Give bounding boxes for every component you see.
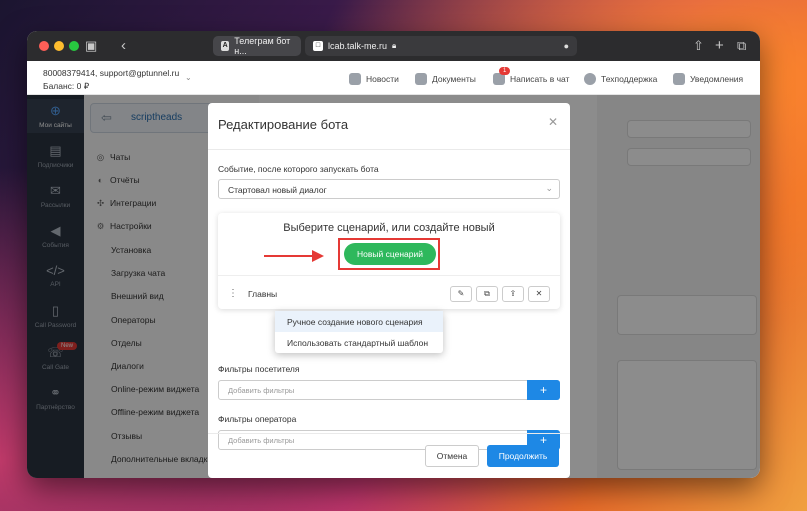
news-icon (349, 73, 361, 85)
toplink-write-chat[interactable]: 1 Написать в чат (493, 67, 569, 85)
edit-bot-modal: Редактирование бота ✕ Событие, после кот… (208, 103, 570, 478)
unread-badge: 1 (499, 67, 511, 75)
back-icon[interactable]: ‹ (121, 31, 126, 61)
more-icon[interactable]: ● (564, 41, 569, 51)
maximize-window-button[interactable] (69, 41, 79, 51)
address-bar[interactable]: □ lcab.talk-me.ru 🔒︎ ● (305, 36, 577, 56)
divider (208, 433, 570, 434)
drag-handle-icon[interactable]: ⋮ (228, 288, 238, 299)
tab-overview-icon[interactable]: ⧉ (737, 31, 746, 61)
new-scenario-button[interactable]: Новый сценарий (344, 243, 436, 265)
upload-icon[interactable]: ⇪ (502, 286, 524, 302)
chevron-down-icon[interactable]: ⌄ (185, 73, 192, 82)
continue-button[interactable]: Продолжить (487, 445, 559, 467)
edit-icon[interactable]: ✎ (450, 286, 472, 302)
support-icon (584, 73, 596, 85)
sidebar-toggle-icon[interactable]: ▣ (85, 31, 97, 61)
toplink-documents[interactable]: Документы (415, 73, 476, 85)
tab-favicon-icon: A (221, 41, 230, 51)
annotation-arrow (264, 250, 326, 262)
dropdown-item-template[interactable]: Использовать стандартный шаблон (275, 332, 443, 353)
chat-bubble-icon: 1 (493, 67, 511, 85)
document-icon (415, 73, 427, 85)
browser-tab-active[interactable]: A Телеграм бот н... (213, 36, 301, 56)
toplink-notifications[interactable]: Уведомления (673, 73, 743, 85)
account-info[interactable]: 80008379414, support@gptunnel.ru Баланс:… (43, 67, 179, 93)
delete-icon[interactable]: ✕ (528, 286, 550, 302)
cancel-button[interactable]: Отмена (425, 445, 479, 467)
new-tab-icon[interactable]: + (715, 31, 724, 61)
close-window-button[interactable] (39, 41, 49, 51)
copy-icon[interactable]: ⧉ (476, 286, 498, 302)
visitor-filters-input[interactable]: Добавить фильтры + (218, 380, 560, 400)
event-select[interactable]: Стартовал новый диалог ⌄ (218, 179, 560, 199)
dropdown-item-manual[interactable]: Ручное создание нового сценария (275, 311, 443, 332)
toplink-support[interactable]: Техподдержка (584, 73, 657, 85)
operator-filters-label: Фильтры оператора (218, 414, 297, 424)
new-scenario-dropdown: Ручное создание нового сценария Использо… (275, 311, 443, 353)
share-icon[interactable]: ⇧ (693, 31, 704, 61)
scenario-row: ⋮ Главны ✎ ⧉ ⇪ ✕ (218, 275, 560, 309)
toplink-news[interactable]: Новости (349, 73, 399, 85)
bell-icon (673, 73, 685, 85)
visitor-filters-label: Фильтры посетителя (218, 364, 300, 374)
scenario-title: Выберите сценарий, или создайте новый (283, 222, 495, 234)
chevron-down-icon: ⌄ (545, 183, 553, 193)
event-label: Событие, после которого запускать бота (218, 164, 379, 174)
add-visitor-filter-button[interactable]: + (527, 380, 560, 400)
scenario-row-name: Главны (248, 289, 278, 299)
site-favicon-icon: □ (313, 41, 323, 51)
lock-icon: 🔒︎ (392, 41, 397, 50)
divider (208, 149, 570, 150)
modal-title: Редактирование бота (218, 117, 349, 132)
browser-window: ▣ ‹ A Телеграм бот н... □ lcab.talk-me.r… (27, 31, 760, 478)
browser-titlebar: ▣ ‹ A Телеграм бот н... □ lcab.talk-me.r… (27, 31, 760, 61)
app-header: 80008379414, support@gptunnel.ru Баланс:… (27, 61, 760, 95)
close-icon[interactable]: ✕ (548, 115, 558, 129)
minimize-window-button[interactable] (54, 41, 64, 51)
scenario-card: Выберите сценарий, или создайте новый Но… (218, 213, 560, 309)
